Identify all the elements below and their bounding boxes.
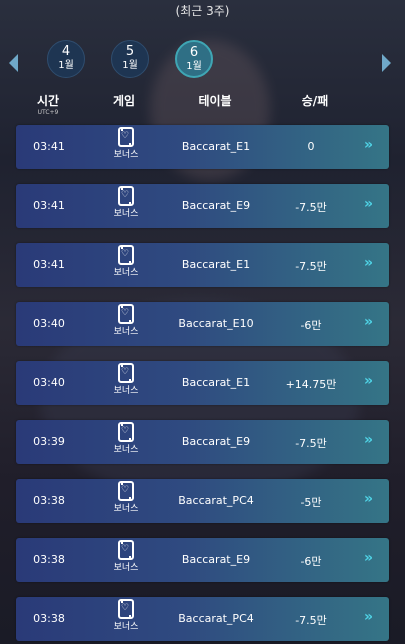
double-chevron-right-icon[interactable]: » bbox=[364, 196, 373, 212]
row-time: 03:41 bbox=[33, 140, 65, 153]
row-table: Baccarat_E1 bbox=[181, 140, 251, 153]
row-result: -7.5만 bbox=[295, 437, 327, 450]
double-chevron-right-icon[interactable]: » bbox=[364, 373, 373, 389]
card-heart-icon: ♡ bbox=[118, 481, 134, 501]
double-chevron-right-icon[interactable]: » bbox=[364, 550, 373, 566]
double-chevron-right-icon[interactable]: » bbox=[364, 491, 373, 507]
row-time: 03:38 bbox=[33, 494, 65, 507]
row-time: 03:39 bbox=[33, 435, 65, 448]
table-row[interactable]: 03:38 ♡ 보너스 Baccarat_PC4 -5만 » bbox=[16, 479, 389, 523]
card-heart-icon: ♡ bbox=[118, 186, 134, 206]
row-table: Baccarat_E9 bbox=[181, 553, 251, 566]
double-chevron-right-icon[interactable]: » bbox=[364, 137, 373, 153]
timezone-label: UTC+9 bbox=[37, 109, 59, 116]
row-game: ♡ 보너스 bbox=[106, 304, 146, 337]
row-time: 03:38 bbox=[33, 612, 65, 625]
row-game: ♡ 보너스 bbox=[106, 245, 146, 278]
row-result: -5만 bbox=[300, 496, 322, 509]
row-table: Baccarat_E10 bbox=[178, 317, 254, 330]
row-result: 0 bbox=[307, 140, 315, 153]
card-heart-icon: ♡ bbox=[118, 127, 134, 147]
double-chevron-right-icon[interactable]: » bbox=[364, 255, 373, 271]
week-item-6[interactable]: 6 1월 bbox=[175, 40, 213, 78]
row-result: -7.5만 bbox=[295, 614, 327, 627]
row-result: -6만 bbox=[300, 319, 322, 332]
double-chevron-right-icon[interactable]: » bbox=[364, 314, 373, 330]
card-heart-icon: ♡ bbox=[118, 304, 134, 324]
row-game: ♡ 보너스 bbox=[106, 599, 146, 632]
week-day: 6 bbox=[189, 45, 199, 60]
row-game-label: 보너스 bbox=[113, 268, 139, 278]
column-header-time: 시간 UTC+9 bbox=[26, 92, 70, 116]
row-game: ♡ 보너스 bbox=[106, 422, 146, 455]
row-time: 03:40 bbox=[33, 317, 65, 330]
row-time: 03:41 bbox=[33, 258, 65, 271]
row-result: -6만 bbox=[300, 555, 322, 568]
row-game-label: 보너스 bbox=[113, 209, 139, 219]
row-result: -7.5만 bbox=[295, 260, 327, 273]
row-game: ♡ 보너스 bbox=[106, 127, 146, 160]
week-month: 1월 bbox=[58, 60, 74, 71]
table-header: 시간 UTC+9 게임 테이블 승/패 bbox=[0, 92, 405, 118]
chevron-left-icon[interactable] bbox=[9, 54, 18, 72]
double-chevron-right-icon[interactable]: » bbox=[364, 609, 373, 625]
row-game: ♡ 보너스 bbox=[106, 363, 146, 396]
week-month: 1월 bbox=[122, 60, 138, 71]
card-heart-icon: ♡ bbox=[118, 422, 134, 442]
week-selector: 4 1월 5 1월 6 1월 bbox=[0, 40, 405, 82]
row-game-label: 보너스 bbox=[113, 622, 139, 632]
chevron-right-icon[interactable] bbox=[382, 54, 391, 72]
row-game-label: 보너스 bbox=[113, 386, 139, 396]
row-result: +14.75만 bbox=[285, 378, 337, 391]
table-row[interactable]: 03:38 ♡ 보너스 Baccarat_PC4 -7.5만 » bbox=[16, 597, 389, 641]
table-row[interactable]: 03:38 ♡ 보너스 Baccarat_E9 -6만 » bbox=[16, 538, 389, 582]
week-day: 5 bbox=[125, 44, 135, 59]
card-heart-icon: ♡ bbox=[118, 540, 134, 560]
period-title: (최근 3주) bbox=[175, 4, 230, 18]
row-game-label: 보너스 bbox=[113, 563, 139, 573]
row-table: Baccarat_PC4 bbox=[178, 612, 254, 625]
column-header-game: 게임 bbox=[112, 94, 136, 108]
row-game-label: 보너스 bbox=[113, 445, 139, 455]
week-day: 4 bbox=[61, 44, 71, 59]
card-heart-icon: ♡ bbox=[118, 363, 134, 383]
table-row[interactable]: 03:41 ♡ 보너스 Baccarat_E1 -7.5만 » bbox=[16, 243, 389, 287]
row-time: 03:40 bbox=[33, 376, 65, 389]
row-game: ♡ 보너스 bbox=[106, 540, 146, 573]
row-game-label: 보너스 bbox=[113, 504, 139, 514]
row-game-label: 보너스 bbox=[113, 327, 139, 337]
column-header-table: 테이블 bbox=[198, 94, 232, 108]
row-time: 03:38 bbox=[33, 553, 65, 566]
week-item-4[interactable]: 4 1월 bbox=[47, 40, 85, 78]
row-table: Baccarat_E1 bbox=[181, 258, 251, 271]
table-row[interactable]: 03:40 ♡ 보너스 Baccarat_E10 -6만 » bbox=[16, 302, 389, 346]
row-game: ♡ 보너스 bbox=[106, 186, 146, 219]
column-header-time-label: 시간 bbox=[36, 94, 60, 108]
table-row[interactable]: 03:41 ♡ 보너스 Baccarat_E1 0 » bbox=[16, 125, 389, 169]
week-month: 1월 bbox=[186, 61, 202, 72]
row-game: ♡ 보너스 bbox=[106, 481, 146, 514]
row-time: 03:41 bbox=[33, 199, 65, 212]
week-item-5[interactable]: 5 1월 bbox=[111, 40, 149, 78]
row-table: Baccarat_E1 bbox=[181, 376, 251, 389]
row-game-label: 보너스 bbox=[113, 150, 139, 160]
table-row[interactable]: 03:41 ♡ 보너스 Baccarat_E9 -7.5만 » bbox=[16, 184, 389, 228]
row-result: -7.5만 bbox=[295, 201, 327, 214]
table-row[interactable]: 03:40 ♡ 보너스 Baccarat_E1 +14.75만 » bbox=[16, 361, 389, 405]
double-chevron-right-icon[interactable]: » bbox=[364, 432, 373, 448]
row-table: Baccarat_E9 bbox=[181, 435, 251, 448]
table-row[interactable]: 03:39 ♡ 보너스 Baccarat_E9 -7.5만 » bbox=[16, 420, 389, 464]
row-table: Baccarat_E9 bbox=[181, 199, 251, 212]
card-heart-icon: ♡ bbox=[118, 599, 134, 619]
row-table: Baccarat_PC4 bbox=[178, 494, 254, 507]
column-header-result: 승/패 bbox=[301, 94, 329, 108]
card-heart-icon: ♡ bbox=[118, 245, 134, 265]
